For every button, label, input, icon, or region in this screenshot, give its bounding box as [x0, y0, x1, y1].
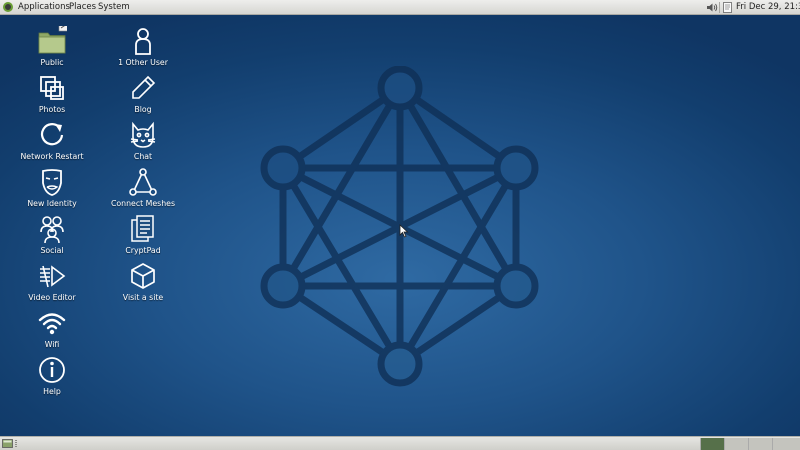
desktop-icon-label: Connect Meshes: [110, 199, 176, 208]
desktop-icon-label: Social: [40, 246, 64, 255]
desktop-icon-visit-a-site[interactable]: Visit a site: [101, 261, 185, 302]
panel-drag-handle[interactable]: [15, 440, 17, 448]
volume-icon[interactable]: [706, 2, 718, 13]
menu-applications[interactable]: Applications: [18, 2, 70, 12]
info-icon: [39, 357, 65, 383]
desktop-icon-other-user[interactable]: 1 Other User: [101, 26, 185, 67]
people-icon: [40, 216, 64, 244]
notes-icon[interactable]: [722, 2, 733, 13]
cube-icon: [131, 263, 155, 289]
desktop-icon-blog[interactable]: Blog: [101, 73, 185, 114]
desktop-icon-label: Photos: [38, 105, 66, 114]
desktop-icon-label: Video Editor: [28, 293, 76, 302]
mask-icon: [42, 169, 62, 196]
desktop-icon-video-editor[interactable]: Video Editor: [10, 261, 94, 302]
desktop-icon-new-identity[interactable]: New Identity: [10, 167, 94, 208]
cat-icon: [130, 121, 156, 148]
clock[interactable]: Fri Dec 29, 21:32: [736, 2, 800, 12]
menu-system[interactable]: System: [98, 2, 130, 12]
desktop-icon-label: Wifi: [44, 340, 60, 349]
desktop-icon-network-restart[interactable]: Network Restart: [10, 120, 94, 161]
photos-icon: [40, 76, 64, 100]
desktop-icon-chat[interactable]: Chat: [101, 120, 185, 161]
desktop-icon-public[interactable]: Public: [10, 26, 94, 67]
desktop-icon-label: CryptPad: [125, 246, 161, 255]
desktop-icon-wifi[interactable]: Wifi: [10, 308, 94, 349]
desktop-icon-help[interactable]: Help: [10, 355, 94, 396]
restart-icon: [40, 123, 64, 146]
desktop-icon-label: Visit a site: [122, 293, 164, 302]
folder-public-icon: [38, 26, 67, 54]
mesh-nodes-icon: [129, 168, 157, 196]
pencil-icon: [132, 75, 156, 99]
documents-icon: [131, 215, 154, 242]
video-editor-icon: [40, 265, 66, 288]
desktop-icon-label: Network Restart: [20, 152, 84, 161]
workspace-1[interactable]: [700, 438, 724, 450]
workspace-2[interactable]: [724, 438, 748, 450]
desktop-icon-label: 1 Other User: [118, 58, 168, 67]
desktop-icon-connect-meshes[interactable]: Connect Meshes: [101, 167, 185, 208]
bottom-panel: [0, 436, 800, 450]
distro-logo-icon[interactable]: [3, 2, 13, 12]
user-icon: [135, 28, 151, 55]
show-desktop-icon[interactable]: [2, 439, 13, 448]
desktop-icon-label: Chat: [133, 152, 153, 161]
desktop-icon-cryptpad[interactable]: CryptPad: [101, 214, 185, 255]
workspace-3[interactable]: [748, 438, 772, 450]
top-panel: Applications Places System Fri Dec 29, 2…: [0, 0, 800, 15]
desktop-icon-social[interactable]: Social: [10, 214, 94, 255]
wifi-icon: [38, 313, 66, 335]
desktop-icon-label: New Identity: [27, 199, 77, 208]
menu-places[interactable]: Places: [69, 2, 96, 12]
desktop-icon-label: Public: [40, 58, 64, 67]
panel-separator: [719, 2, 720, 13]
desktop-icon-label: Help: [43, 387, 61, 396]
desktop-icon-photos[interactable]: Photos: [10, 73, 94, 114]
mouse-cursor-icon: [399, 224, 409, 238]
desktop-icon-label: Blog: [134, 105, 152, 114]
workspace-4[interactable]: [772, 438, 800, 450]
